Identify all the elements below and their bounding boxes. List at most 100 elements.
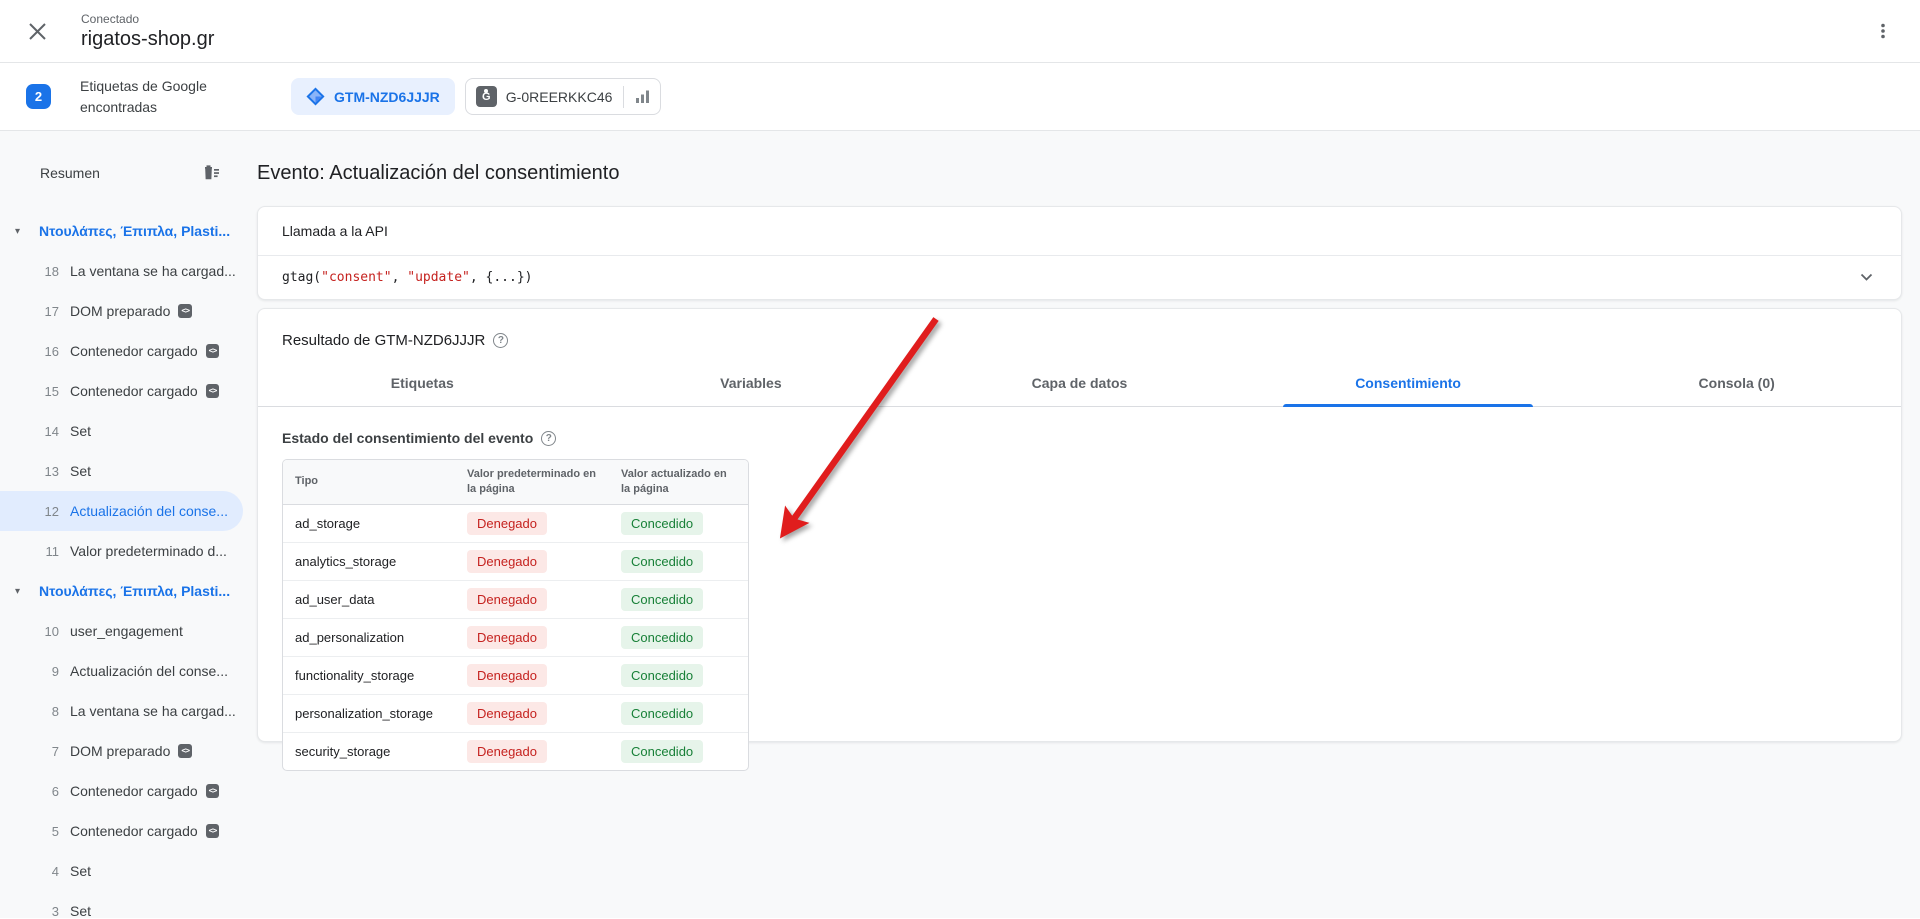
sidebar-event-item[interactable]: 12 Actualización del conse... (0, 491, 243, 531)
event-label: Valor predeterminado d... (70, 543, 227, 559)
sidebar-event-item[interactable]: 3 Set (0, 891, 243, 918)
connection-info: Conectado rigatos-shop.gr (81, 12, 214, 51)
sidebar-event-item[interactable]: 15 Contenedor cargado <> (0, 371, 243, 411)
updated-value-badge: Concedido (621, 549, 704, 573)
tab-capa-de-datos[interactable]: Capa de datos (915, 363, 1244, 406)
updated-value-badge: Concedido (621, 701, 704, 725)
sidebar-event-item[interactable]: 5 Contenedor cargado <> (0, 811, 243, 851)
result-tabs: Etiquetas Variables Capa de datos Consentim… (258, 363, 1901, 407)
summary-row: Resumen (0, 153, 257, 193)
summary-link[interactable]: Resumen (40, 165, 100, 181)
sidebar-event-item[interactable]: 9 Actualización del conse... (0, 651, 243, 691)
consent-type: security_storage (283, 731, 455, 770)
consent-row: ad_storage Denegado Concedido (283, 504, 748, 542)
event-number: 13 (44, 463, 59, 479)
consent-state-label: Estado del consentimiento del evento (282, 430, 534, 446)
result-header: Resultado de GTM-NZD6JJJR ? (258, 309, 1901, 363)
sidebar-event-item[interactable]: 13 Set (0, 451, 243, 491)
updated-value-badge: Concedido (621, 739, 704, 763)
event-number: 8 (51, 703, 59, 719)
code-icon: <> (205, 784, 220, 798)
tab-consola-0[interactable]: Consola (0) (1572, 363, 1901, 406)
consent-state-heading: Estado del consentimiento del evento ? (282, 430, 1877, 446)
kebab-menu-icon (1881, 23, 1885, 39)
event-number: 18 (44, 263, 59, 279)
tags-found-label: Etiquetas de Google encontradas (80, 78, 207, 115)
ga-tag-chip[interactable]: G G-0REERKKC46 (464, 78, 662, 115)
default-value-badge: Denegado (467, 663, 547, 687)
close-button[interactable] (24, 18, 51, 45)
collapse-caret-icon[interactable]: ▾ (15, 226, 28, 237)
tag-assistant-window: Conectado rigatos-shop.gr 2 Etiquetas de… (0, 0, 1920, 918)
sidebar-event-item[interactable]: 8 La ventana se ha cargad... (0, 691, 243, 731)
sidebar-event-item[interactable]: 14 Set (0, 411, 243, 451)
consent-row: ad_user_data Denegado Concedido (283, 579, 748, 619)
code-icon: <> (205, 344, 220, 358)
ga-tag-id: G-0REERKKC46 (505, 88, 613, 105)
gtm-container-id: GTM-NZD6JJJR (334, 88, 440, 105)
consent-row: ad_personalization Denegado Concedido (283, 617, 748, 657)
expand-code-button[interactable] (1856, 269, 1877, 286)
event-number: 9 (51, 663, 59, 679)
consent-type: functionality_storage (283, 655, 455, 695)
help-icon[interactable]: ? (541, 430, 557, 446)
google-tag-icon: G (475, 86, 497, 107)
consent-type: personalization_storage (283, 693, 455, 733)
code-icon: <> (178, 304, 193, 318)
code-token: "update" (407, 270, 470, 285)
sidebar-group-title: Ντουλάπες, Έπιπλα, Plasti... (39, 223, 231, 239)
tab-etiquetas[interactable]: Etiquetas (258, 363, 587, 406)
connection-status: Conectado (81, 11, 140, 26)
api-call-card: Llamada a la API gtag("consent", "update… (257, 206, 1902, 300)
event-label: Set (70, 423, 92, 439)
connected-domain: rigatos-shop.gr (81, 27, 215, 50)
code-token: , {...}) (469, 270, 533, 285)
sidebar-group-header[interactable]: ▾ Ντουλάπες, Έπιπλα, Plasti... (0, 571, 257, 611)
event-number: 12 (44, 503, 59, 519)
event-list: ▾ Ντουλάπες, Έπιπλα, Plasti... 18 La ventan… (0, 211, 257, 918)
gtm-result-card: Resultado de GTM-NZD6JJJR ? Etiquetas Var… (257, 308, 1902, 771)
consent-row: analytics_storage Denegado Concedido (283, 541, 748, 581)
tab-variables[interactable]: Variables (587, 363, 916, 406)
event-number: 3 (51, 903, 59, 919)
more-options-button[interactable] (1870, 18, 1896, 44)
sidebar-event-item[interactable]: 10 user_engagement (0, 611, 243, 651)
consent-row: functionality_storage Denegado Concedido (283, 655, 748, 695)
sidebar-event-item[interactable]: 17 DOM preparado <> (0, 291, 243, 331)
gtag-code: gtag("consent", "update", {...}) (282, 270, 533, 285)
sidebar-group-title: Ντουλάπες, Έπιπλα, Plasti... (39, 583, 231, 599)
sidebar-event-item[interactable]: 11 Valor predeterminado d... (0, 531, 243, 571)
event-label: Set (70, 463, 92, 479)
code-icon: <> (205, 384, 220, 398)
gtm-diamond-icon (306, 87, 325, 106)
event-label: DOM preparado (70, 743, 171, 759)
collapse-caret-icon[interactable]: ▾ (15, 586, 28, 597)
event-title: Evento: Actualización del consentimiento (257, 162, 620, 184)
sidebar-event-item[interactable]: 16 Contenedor cargado <> (0, 331, 243, 371)
top-bar: Conectado rigatos-shop.gr (0, 0, 1920, 63)
event-number: 5 (51, 823, 59, 839)
event-label: La ventana se ha cargad... (70, 703, 236, 719)
event-number: 7 (51, 743, 59, 759)
api-call-header: Llamada a la API (258, 207, 1901, 256)
gtm-container-chip[interactable]: GTM-NZD6JJJR (291, 78, 455, 115)
tag-count-badge: 2 (26, 84, 51, 109)
tags-found-bar: 2 Etiquetas de Google encontradas GTM-NZ… (0, 63, 1920, 131)
event-number: 14 (44, 423, 59, 439)
event-number: 6 (51, 783, 59, 799)
help-icon[interactable]: ? (493, 333, 509, 348)
chevron-down-icon (1860, 273, 1873, 281)
analytics-bars-icon (636, 90, 650, 103)
consent-type: ad_storage (295, 515, 361, 531)
close-icon (29, 22, 46, 40)
code-icon: <> (205, 824, 220, 838)
sidebar-group-header[interactable]: ▾ Ντουλάπες, Έπιπλα, Plasti... (0, 211, 257, 251)
sidebar-event-item[interactable]: 18 La ventana se ha cargad... (0, 251, 243, 291)
chip-divider (623, 85, 625, 108)
sidebar-event-item[interactable]: 4 Set (0, 851, 243, 891)
sidebar-event-item[interactable]: 6 Contenedor cargado <> (0, 771, 243, 811)
sidebar-event-item[interactable]: 7 DOM preparado <> (0, 731, 243, 771)
tab-consentimiento[interactable]: Consentimiento (1244, 363, 1573, 407)
clear-log-button[interactable] (197, 160, 224, 186)
event-label: Contenedor cargado (70, 343, 198, 359)
